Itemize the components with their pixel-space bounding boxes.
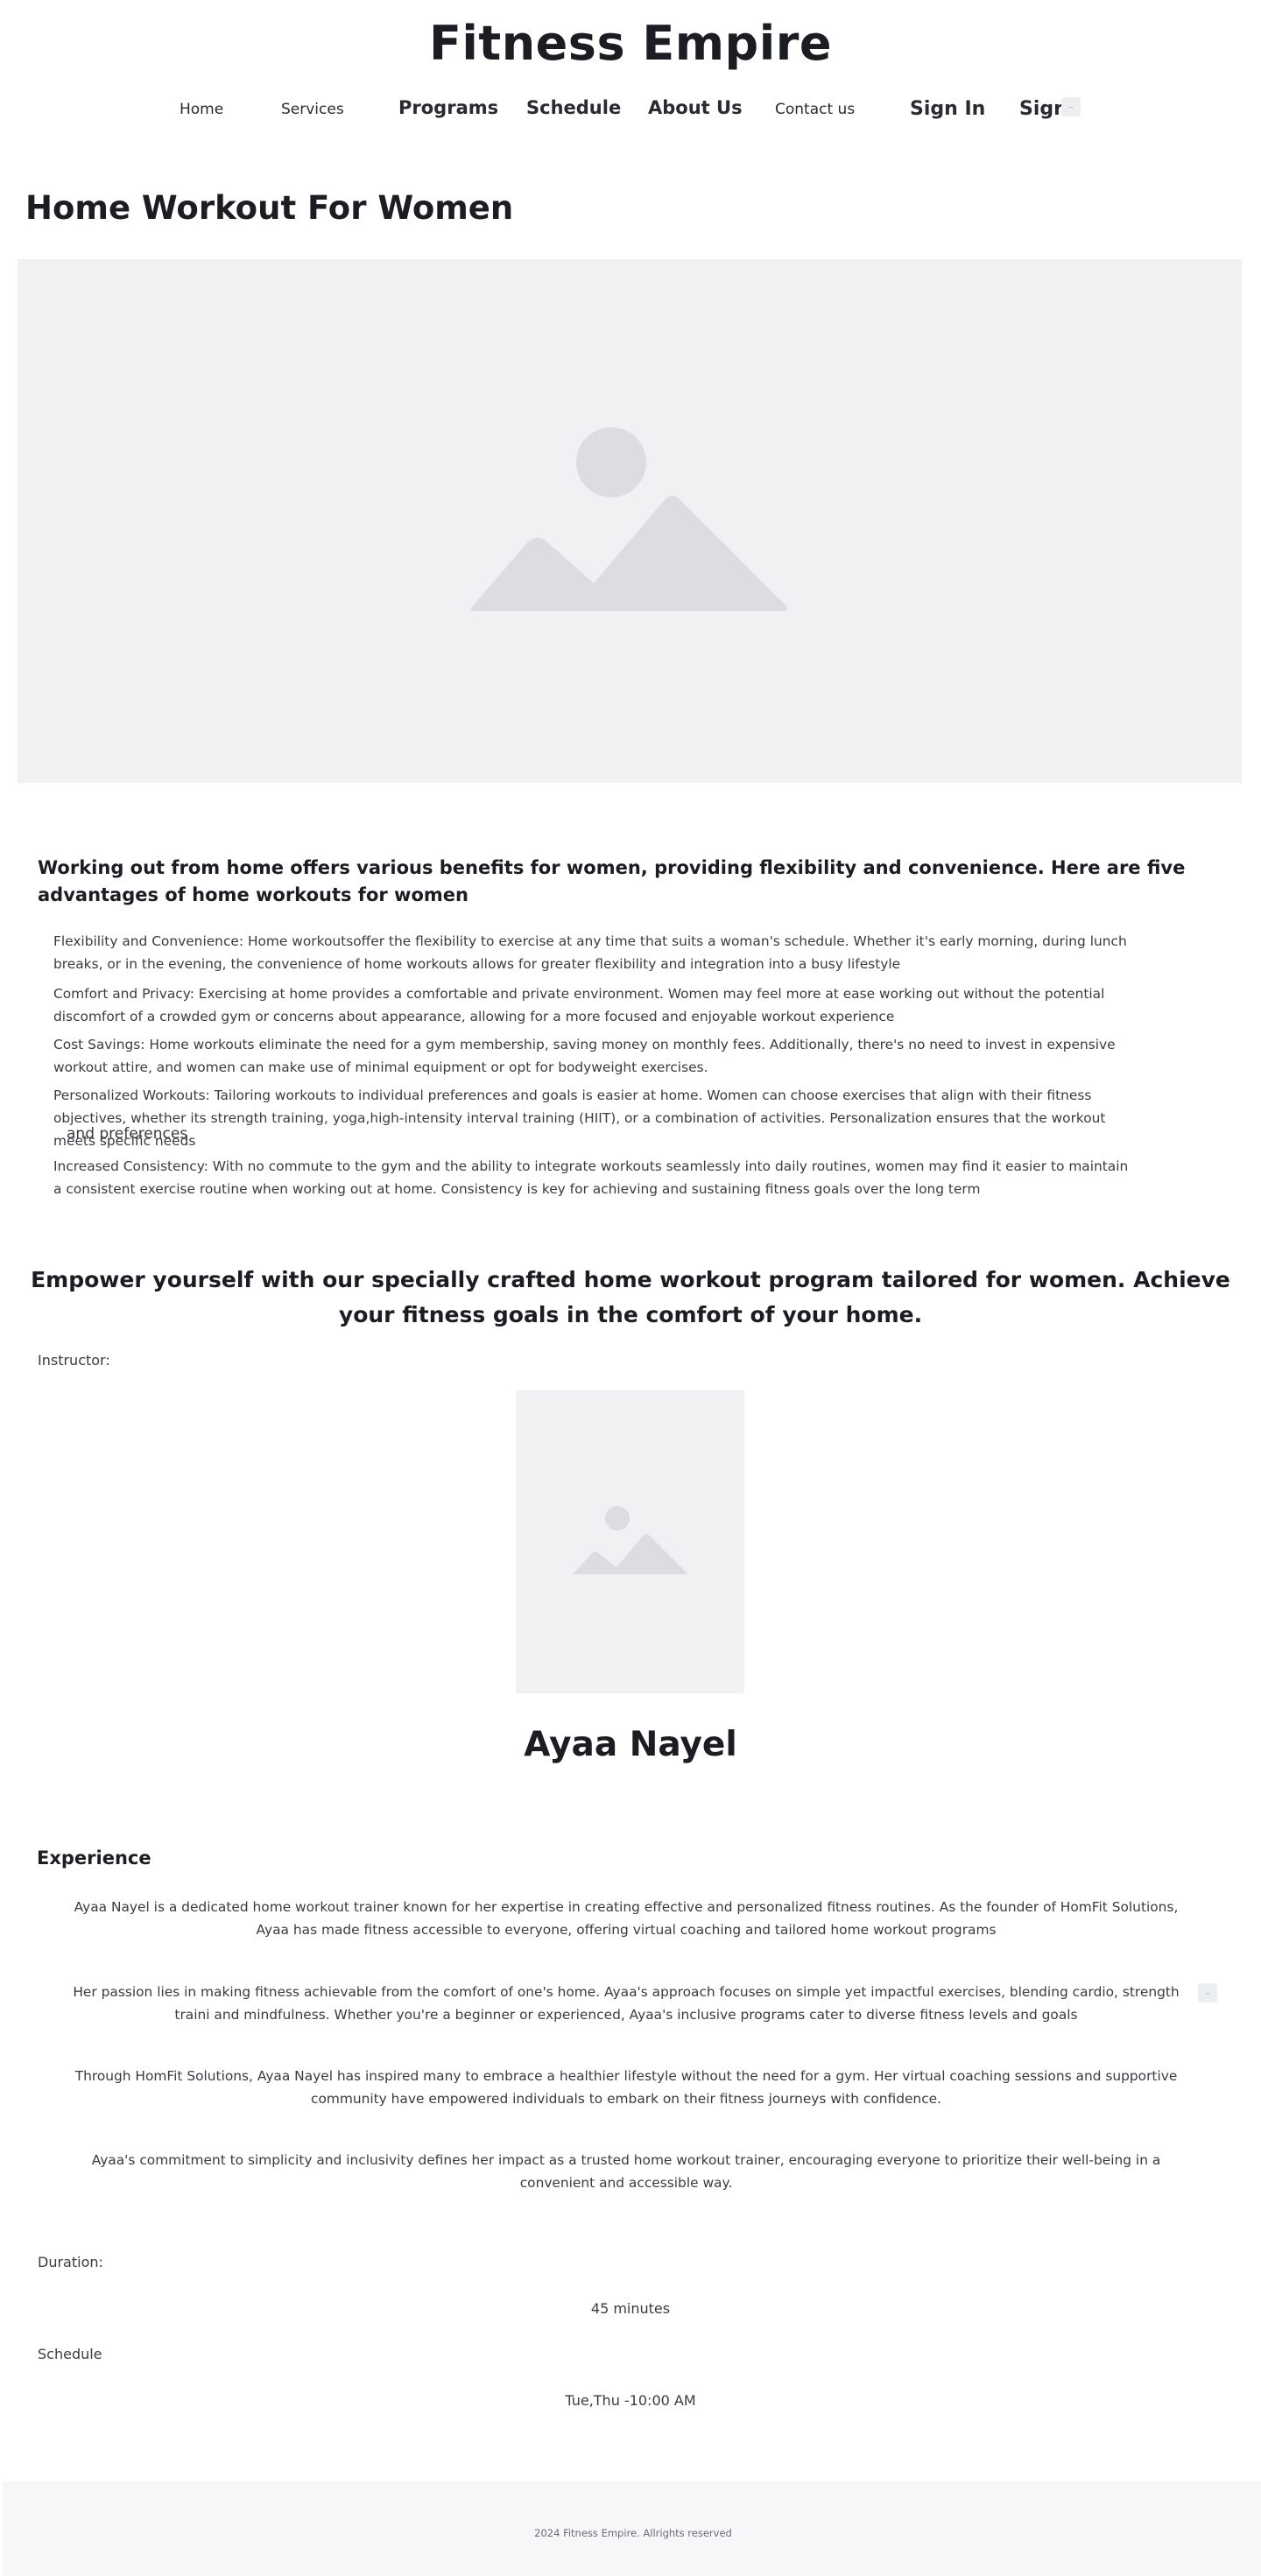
benefit-flexibility: Flexibility and Convenience: Home workou…: [53, 933, 1127, 972]
nav-contact-us[interactable]: Contact us: [775, 101, 855, 118]
nav-services[interactable]: Services: [281, 101, 344, 118]
nav-about-us[interactable]: About Us: [648, 97, 743, 118]
nav-home[interactable]: Home: [180, 101, 223, 118]
instructor-name: Ayaa Nayel: [524, 1725, 737, 1764]
instructor-photo: [516, 1390, 744, 1693]
benefit-cost-savings: Cost Savings: Home workouts eliminate th…: [53, 1037, 1116, 1075]
site-title: Fitness Empire: [429, 16, 832, 71]
benefit-overflow-text: and preferences: [67, 1125, 188, 1143]
benefits-heading: Working out from home offers various ben…: [38, 857, 1186, 905]
duration-value: 45 minutes: [590, 2300, 671, 2317]
footer-copyright: 2024 Fitness Empire. Allrights reserved: [534, 2527, 732, 2539]
main-nav: Home Services Programs Schedule About Us…: [0, 96, 1261, 123]
collapse-toggle-icon[interactable]: –: [1198, 1983, 1217, 2002]
nav-schedule[interactable]: Schedule: [526, 97, 621, 118]
page-title: Home Workout For Women: [25, 189, 514, 227]
benefit-consistency: Increased Consistency: With no commute t…: [53, 1158, 1129, 1197]
collapse-toggle-icon[interactable]: –: [1061, 97, 1081, 116]
footer: 2024 Fitness Empire. Allrights reserved: [0, 2481, 1261, 2576]
schedule-label: Schedule: [38, 2346, 102, 2362]
experience-paragraph: Ayaa Nayel is a dedicated home workout t…: [74, 1899, 1179, 1938]
image-placeholder-icon: [469, 427, 788, 611]
nav-programs[interactable]: Programs: [398, 97, 498, 118]
duration-label: Duration:: [38, 2254, 103, 2270]
nav-sign-up[interactable]: Sign: [1019, 98, 1067, 120]
instructor-label: Instructor:: [38, 1352, 110, 1369]
cta-heading: Empower yourself with our specially craf…: [31, 1267, 1230, 1327]
experience-paragraph: Her passion lies in making fitness achie…: [73, 1984, 1180, 2023]
image-placeholder-icon: [573, 1506, 688, 1574]
experience-paragraph: Through HomFit Solutions, Ayaa Nayel has…: [74, 2068, 1178, 2107]
nav-sign-in[interactable]: Sign In: [910, 98, 985, 120]
schedule-value: Tue,Thu -10:00 AM: [565, 2392, 696, 2409]
experience-heading: Experience: [37, 1848, 151, 1869]
benefit-personalized: Personalized Workouts: Tailoring workout…: [53, 1087, 1106, 1149]
experience-paragraph: Ayaa's commitment to simplicity and incl…: [91, 2152, 1161, 2191]
benefit-comfort: Comfort and Privacy: Exercising at home …: [53, 986, 1105, 1024]
hero-image: [18, 259, 1242, 783]
